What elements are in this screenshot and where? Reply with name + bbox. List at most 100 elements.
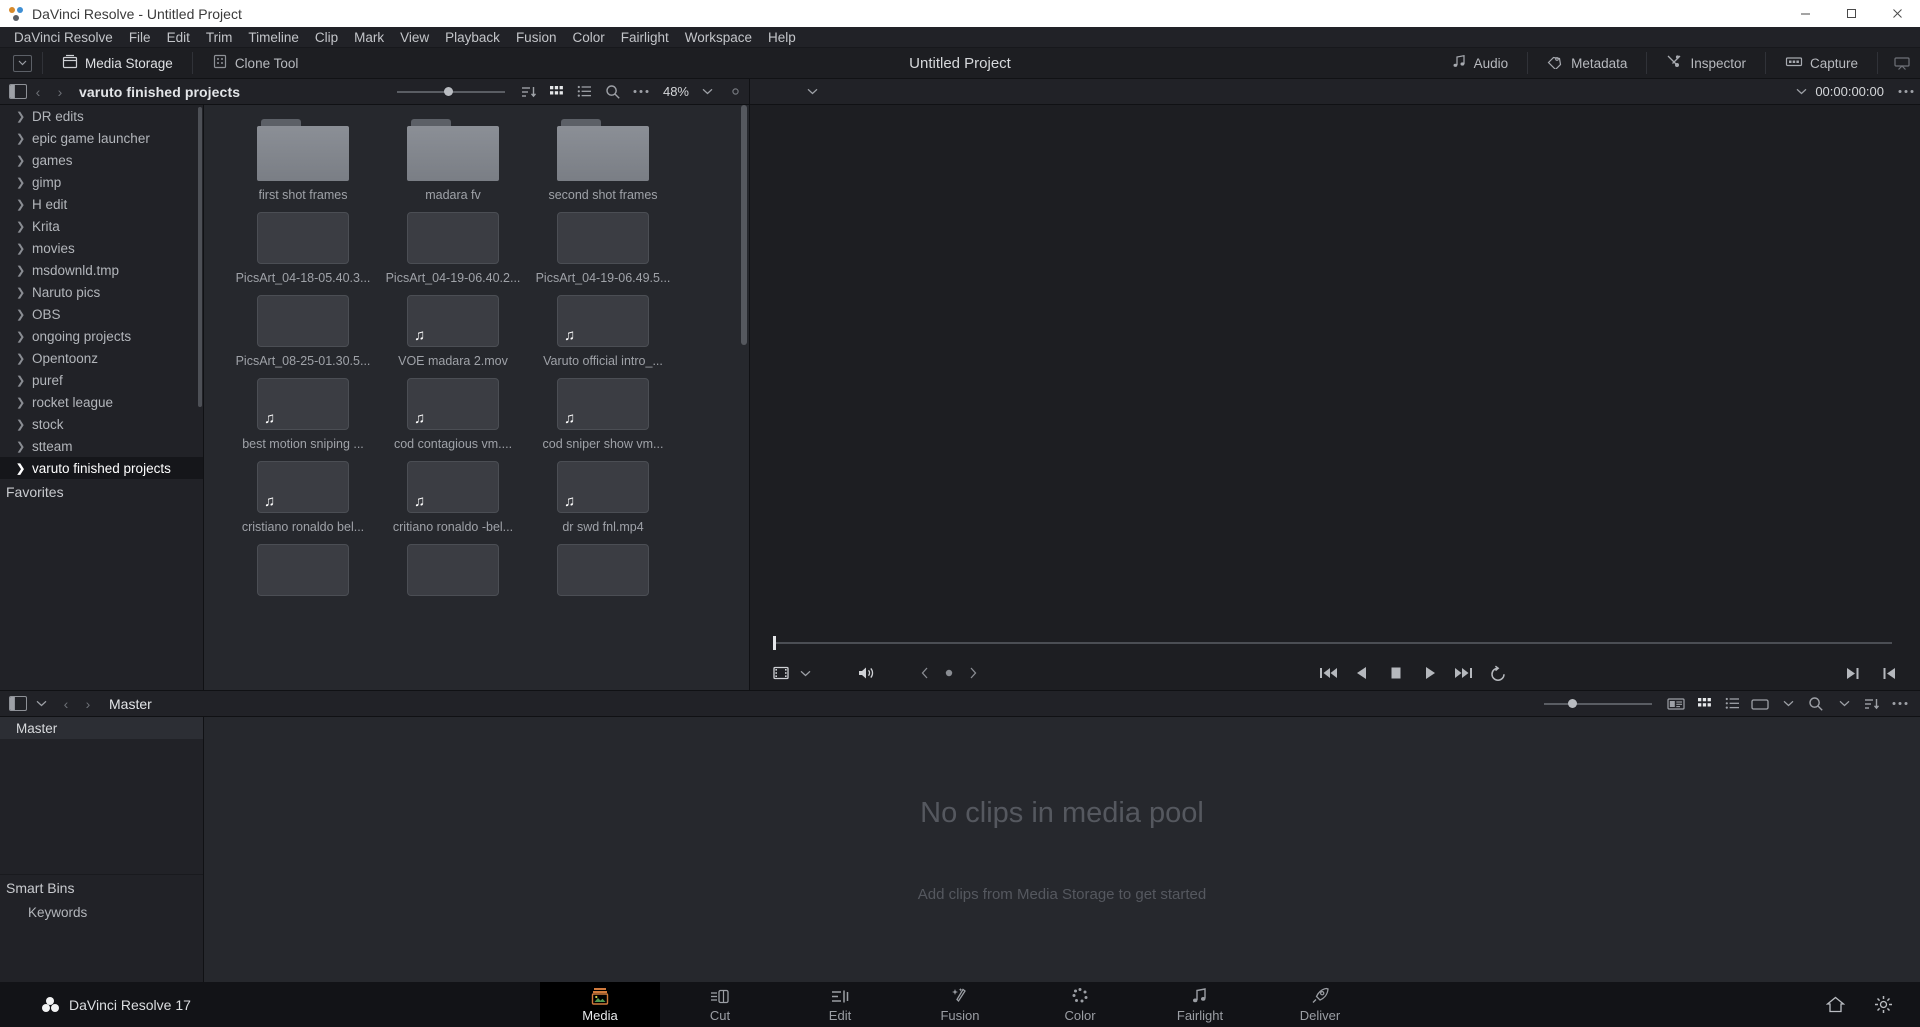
menu-mark[interactable]: Mark <box>346 27 392 48</box>
storage-clip-item[interactable]: ♫ cristiano ronaldo bel... <box>228 461 378 534</box>
chevron-right-icon[interactable]: ❯ <box>16 220 32 233</box>
mark-in-icon[interactable] <box>1878 658 1900 688</box>
mp-search-dropdown-icon[interactable] <box>1830 691 1858 717</box>
list-view-icon[interactable] <box>571 79 599 105</box>
mp-thumbnail-view-icon[interactable] <box>1690 691 1718 717</box>
storage-clip-item[interactable]: PicsArt_08-25-01.30.5... <box>228 295 378 368</box>
smart-bin-keywords[interactable]: Keywords <box>0 900 203 924</box>
marker-dot-icon[interactable] <box>938 658 960 688</box>
mp-sort-order-icon[interactable] <box>1858 691 1886 717</box>
menu-trim[interactable]: Trim <box>198 27 241 48</box>
metadata-view-icon[interactable] <box>1662 691 1690 717</box>
close-button[interactable] <box>1874 0 1920 27</box>
viewer-more-icon[interactable] <box>1892 79 1920 105</box>
project-settings-gear-icon[interactable] <box>1872 990 1894 1020</box>
volume-icon[interactable] <box>856 658 878 688</box>
media-storage-button[interactable]: Media Storage <box>53 48 182 79</box>
storage-folder-item[interactable]: first shot frames <box>228 119 378 202</box>
page-button-cut[interactable]: Cut <box>660 982 780 1027</box>
media-pool-sidebar-toggle-icon[interactable] <box>9 696 27 711</box>
storage-clip-item[interactable]: PicsArt_04-19-06.40.2... <box>378 212 528 285</box>
chevron-right-icon[interactable]: ❯ <box>16 396 32 409</box>
mark-out-icon[interactable] <box>1842 658 1864 688</box>
media-pool-back-icon[interactable]: ‹ <box>55 696 77 712</box>
loop-button[interactable] <box>1487 658 1509 688</box>
media-pool-dropdown-icon[interactable] <box>27 691 55 717</box>
nav-forward-icon[interactable]: › <box>49 84 71 100</box>
media-pool-forward-icon[interactable]: › <box>77 696 99 712</box>
menu-edit[interactable]: Edit <box>159 27 198 48</box>
viewer-dropdown-icon[interactable] <box>798 79 826 105</box>
menu-timeline[interactable]: Timeline <box>240 27 307 48</box>
zoom-level-value[interactable]: 48% <box>655 84 693 99</box>
chevron-right-icon[interactable]: ❯ <box>16 132 32 145</box>
jump-to-end-button[interactable] <box>1453 658 1475 688</box>
mp-list-view-icon[interactable] <box>1718 691 1746 717</box>
viewer-options-dropdown-icon[interactable] <box>1787 79 1815 105</box>
mp-more-options-icon[interactable] <box>1886 691 1914 717</box>
tree-item-stteam[interactable]: ❯ stteam <box>0 435 203 457</box>
storage-clip-item[interactable] <box>378 544 528 603</box>
clip-display-dropdown-icon[interactable] <box>1774 691 1802 717</box>
bin-item-master[interactable]: Master <box>0 717 203 739</box>
tree-item-obs[interactable]: ❯ OBS <box>0 303 203 325</box>
page-button-color[interactable]: Color <box>1020 982 1140 1027</box>
menu-clip[interactable]: Clip <box>307 27 346 48</box>
nav-back-icon[interactable]: ‹ <box>27 84 49 100</box>
play-forward-button[interactable] <box>1419 658 1441 688</box>
inspector-button[interactable]: Inspector <box>1657 48 1755 79</box>
page-button-edit[interactable]: Edit <box>780 982 900 1027</box>
clone-tool-button[interactable]: Clone Tool <box>203 48 308 79</box>
options-dot-icon[interactable] <box>721 79 749 105</box>
sidebar-toggle-icon[interactable] <box>9 84 27 99</box>
storage-clip-item[interactable] <box>228 544 378 603</box>
chevron-down-icon[interactable] <box>13 54 32 72</box>
chevron-right-icon[interactable]: ❯ <box>16 330 32 343</box>
tree-item-opentoonz[interactable]: ❯ Opentoonz <box>0 347 203 369</box>
viewer-canvas[interactable] <box>750 105 1920 630</box>
mp-slider-knob[interactable] <box>1567 699 1577 708</box>
media-pool-thumb-slider[interactable] <box>1544 691 1652 717</box>
zoom-dropdown-icon[interactable] <box>693 79 721 105</box>
storage-clip-item[interactable]: ♫ dr swd fnl.mp4 <box>528 461 678 534</box>
menu-fusion[interactable]: Fusion <box>508 27 565 48</box>
play-reverse-button[interactable] <box>1351 658 1373 688</box>
storage-clip-item[interactable] <box>528 544 678 603</box>
chevron-right-icon[interactable]: ❯ <box>16 418 32 431</box>
chevron-right-icon[interactable]: ❯ <box>16 462 32 475</box>
storage-clip-item[interactable]: ♫ critiano ronaldo -bel... <box>378 461 528 534</box>
tree-item-ongoing-projects[interactable]: ❯ ongoing projects <box>0 325 203 347</box>
menu-file[interactable]: File <box>121 27 159 48</box>
playhead[interactable] <box>773 636 776 650</box>
storage-folder-item[interactable]: madara fv <box>378 119 528 202</box>
prev-marker-icon[interactable] <box>914 658 936 688</box>
chevron-right-icon[interactable]: ❯ <box>16 110 32 123</box>
menu-workspace[interactable]: Workspace <box>677 27 760 48</box>
tree-item-naruto-pics[interactable]: ❯ Naruto pics <box>0 281 203 303</box>
viewer-scrubber[interactable] <box>750 630 1920 656</box>
chevron-right-icon[interactable]: ❯ <box>16 264 32 277</box>
chevron-right-icon[interactable]: ❯ <box>16 154 32 167</box>
sort-order-icon[interactable] <box>515 79 543 105</box>
chevron-right-icon[interactable]: ❯ <box>16 308 32 321</box>
jump-to-start-button[interactable] <box>1317 658 1339 688</box>
next-marker-icon[interactable] <box>962 658 984 688</box>
menu-help[interactable]: Help <box>760 27 804 48</box>
storage-clip-item[interactable]: PicsArt_04-18-05.40.3... <box>228 212 378 285</box>
storage-clip-item[interactable]: ♫ cod contagious vm.... <box>378 378 528 451</box>
tree-item-h-edit[interactable]: ❯ H edit <box>0 193 203 215</box>
storage-clip-item[interactable]: ♫ Varuto official intro_... <box>528 295 678 368</box>
audio-button[interactable]: Audio <box>1443 48 1518 79</box>
maximize-button[interactable] <box>1828 0 1874 27</box>
tree-item-games[interactable]: ❯ games <box>0 149 203 171</box>
menu-davinci-resolve[interactable]: DaVinci Resolve <box>6 27 121 48</box>
tree-item-varuto-finished-projects[interactable]: ❯ varuto finished projects <box>0 457 203 479</box>
mp-search-icon[interactable] <box>1802 691 1830 717</box>
grid-scrollbar[interactable] <box>741 105 747 345</box>
storage-clip-item[interactable]: PicsArt_04-19-06.49.5... <box>528 212 678 285</box>
project-manager-icon[interactable] <box>1824 990 1846 1020</box>
stop-button[interactable] <box>1385 658 1407 688</box>
chevron-right-icon[interactable]: ❯ <box>16 176 32 189</box>
search-icon[interactable] <box>599 79 627 105</box>
collapse-panel-icon[interactable] <box>1888 50 1916 76</box>
